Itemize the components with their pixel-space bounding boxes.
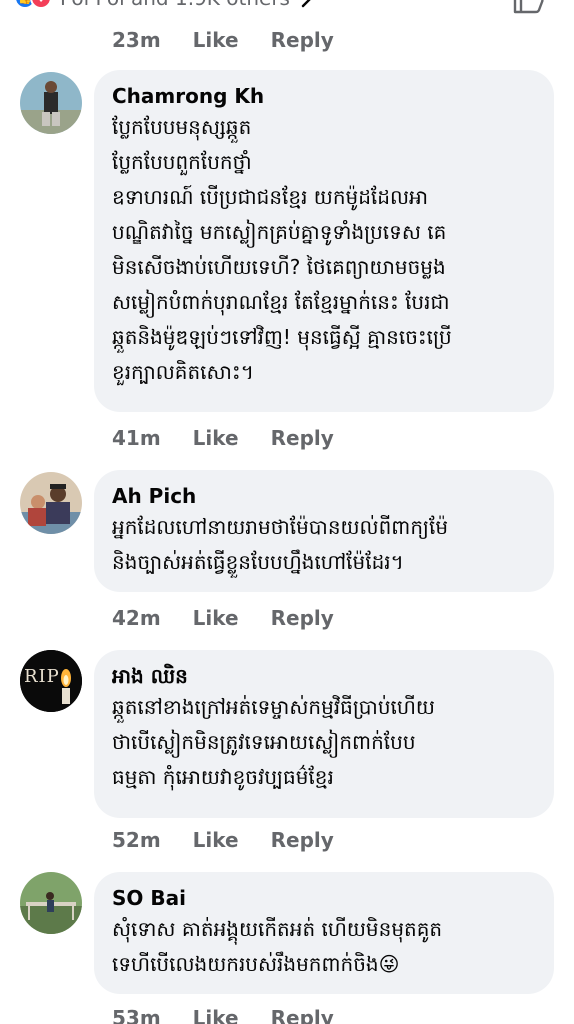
comment-bubble: អាង ឈិន ឆ្កួតនៅខាងក្រៅអត់ទេម្ចាស់កម្មវិធ… xyxy=(94,650,554,818)
love-reaction-icon: ♥ xyxy=(30,0,52,9)
comment-bubble: Ah Pich អ្នកដែលហៅនាយរាមថាម៉ែបានយល់ពីពាក្… xyxy=(94,470,554,592)
comment-text-line: ឧទាហរណ៍ បើប្រជាជនខ្មែរ យកម៉ូដដែលអា xyxy=(112,185,429,209)
comment-time: 23m xyxy=(112,28,161,52)
avatar-rip-text: RIP xyxy=(24,666,60,687)
like-button[interactable]: Like xyxy=(193,1006,239,1024)
chevron-right-icon xyxy=(301,0,311,8)
comment-text-line: ឆ្កួតនៅខាងក្រៅអត់ទេម្ចាស់កម្មវិធីប្រាប់ហ… xyxy=(112,695,435,719)
reply-button[interactable]: Reply xyxy=(271,606,334,630)
avatar[interactable]: RIP xyxy=(20,650,82,712)
comment-text-line: ប្លែកបែបមនុស្សឆ្កួត xyxy=(112,115,252,139)
avatar[interactable] xyxy=(20,472,82,534)
comment-author[interactable]: អាង ឈិន xyxy=(112,662,536,690)
comment-text-line: អ្នកដែលហៅនាយរាមថាម៉ែបានយល់ពីពាក្យម៉ែ xyxy=(112,515,449,539)
reactions-summary[interactable]: 👍 ♥ Pol Pol and 1.9K others xyxy=(14,0,318,10)
comment-text-line: និងច្បាស់អត់ធ្វើខ្លួនបែបហ្នឹងហៅម៉ែដែរ។ xyxy=(112,550,404,574)
like-button[interactable]: Like xyxy=(193,426,239,450)
like-outline-icon[interactable] xyxy=(512,0,546,14)
comment-text-line: បណ្ឌិតវាច្នៃ មកស្លៀកគ្រប់គ្នាទូទាំងប្រទេ… xyxy=(112,220,447,244)
avatar[interactable] xyxy=(20,72,82,134)
comment-text-line: ខួរក្បាលគិតសោះ។ xyxy=(112,360,254,384)
comment-text-line: ធម្មតា កុំអោយវាខូចវប្បធម៌ខ្មែរ xyxy=(112,765,334,789)
comment-author[interactable]: Chamrong Kh xyxy=(112,82,536,110)
reactions-count-text[interactable]: Pol Pol and 1.9K others xyxy=(60,0,290,10)
tongue-wink-emoji-icon: 😜 xyxy=(378,952,400,976)
comment-meta-row: 53m Like Reply xyxy=(112,1006,366,1024)
comment-text-line: មិនសើចងាប់ហើយទេហី? ថៃគេព្យាយាមចម្លង xyxy=(112,255,446,279)
comment-time: 41m xyxy=(112,426,161,450)
like-button[interactable]: Like xyxy=(193,606,239,630)
comment-text-line: ប្លែកបែបពួកបែកថ្នាំ xyxy=(112,150,252,174)
comment-meta-row: 52m Like Reply xyxy=(112,828,366,852)
avatar[interactable] xyxy=(20,872,82,934)
like-button[interactable]: Like xyxy=(193,828,239,852)
comment-text-line: ទេហីបើលេងយករបស់រឹងមកពាក់ចិង😜 xyxy=(112,947,536,982)
comment-text-line: សម្លៀកបំពាក់បុរាណខ្មែរ តែខ្មែរម្នាក់នេះ … xyxy=(112,290,450,314)
comment-time: 53m xyxy=(112,1006,161,1024)
like-button[interactable]: Like xyxy=(193,28,239,52)
comment-time: 52m xyxy=(112,828,161,852)
comment-time: 42m xyxy=(112,606,161,630)
reply-button[interactable]: Reply xyxy=(271,828,334,852)
reply-button[interactable]: Reply xyxy=(271,28,334,52)
comment-meta-row: 41m Like Reply xyxy=(112,426,366,450)
reactions-summary-bar: 👍 ♥ Pol Pol and 1.9K others xyxy=(0,0,574,20)
comment-bubble: Chamrong Kh ប្លែកបែបមនុស្សឆ្កួត ប្លែកបែប… xyxy=(94,70,554,412)
comment-bubble: SO Bai សុំទោស គាត់អង្គុយកើតអត់ ហើយមិនមុត… xyxy=(94,872,554,994)
comment-text-line: ឆ្កួតនិងម៉ូឌឡប់ៗទៅវិញ! មុនធ្វើស្អី គ្មាន… xyxy=(112,325,452,349)
comment-text-line: សុំទោស គាត់អង្គុយកើតអត់ ហើយមិនមុតគូត xyxy=(112,917,443,941)
reply-button[interactable]: Reply xyxy=(271,426,334,450)
comment-text-segment: ទេហីបើលេងយករបស់រឹងមកពាក់ចិង xyxy=(112,952,379,976)
comment-text-line: ថាបើស្លៀកមិនត្រូវទេអោយស្លៀកពាក់បែប xyxy=(112,730,416,754)
comment-meta-row: 23m Like Reply xyxy=(112,28,366,52)
comment-meta-row: 42m Like Reply xyxy=(112,606,366,630)
comment-author[interactable]: SO Bai xyxy=(112,884,536,912)
reply-button[interactable]: Reply xyxy=(271,1006,334,1024)
comment-author[interactable]: Ah Pich xyxy=(112,482,536,510)
